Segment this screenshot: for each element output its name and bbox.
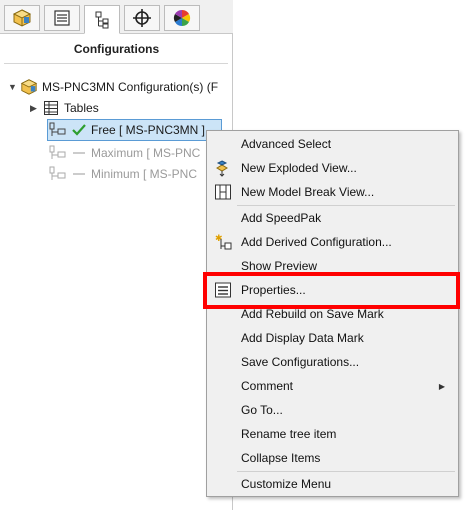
chevron-right-icon[interactable]: ▶ — [30, 103, 42, 114]
menu-item-add-speedpak[interactable]: Add SpeedPak — [208, 206, 457, 230]
menu-item-customize-menu[interactable]: Customize Menu — [208, 472, 457, 496]
menu-item-new-model-break-view[interactable]: New Model Break View... — [208, 180, 457, 204]
menu-item-add-display-data-mark[interactable]: Add Display Data Mark — [208, 326, 457, 350]
menu-item-new-exploded-view[interactable]: New Exploded View... — [208, 156, 457, 180]
tab-configuration-manager[interactable] — [84, 5, 120, 34]
menu-item-label: Add Rebuild on Save Mark — [241, 307, 384, 321]
tree-item-label: Minimum [ MS-PNC — [91, 167, 198, 181]
annotation-highlight-box — [203, 272, 460, 309]
menu-item-label: Save Configurations... — [241, 355, 360, 369]
panel-divider — [4, 63, 228, 64]
menu-item-comment[interactable]: Comment ▶ — [208, 374, 457, 398]
derived-config-icon: ✱ — [214, 233, 232, 251]
part-cube-icon — [20, 78, 38, 96]
configuration-icon — [49, 121, 67, 139]
property-list-icon — [54, 10, 70, 26]
menu-item-go-to[interactable]: Go To... — [208, 398, 457, 422]
menu-item-add-derived-configuration[interactable]: ✱ Add Derived Configuration... — [208, 230, 457, 254]
menu-item-label: New Exploded View... — [241, 161, 357, 175]
menu-item-label: Collapse Items — [241, 451, 321, 465]
tab-dimxpert-manager[interactable] — [124, 5, 160, 31]
checkmark-icon — [71, 121, 87, 139]
menu-item-label: Show Preview — [241, 259, 318, 273]
configuration-icon — [49, 144, 67, 162]
menu-item-label: Go To... — [241, 403, 283, 417]
dash-icon — [71, 165, 87, 183]
exploded-view-icon — [214, 159, 232, 177]
break-view-icon — [214, 183, 232, 201]
menu-item-label: Add Derived Configuration... — [241, 235, 392, 249]
tree-item-label: Free [ MS-PNC3MN ] — [91, 123, 206, 137]
tree-item-label: Maximum [ MS-PNC — [91, 146, 201, 160]
menu-item-label: Comment — [241, 379, 294, 393]
chevron-right-icon: ▶ — [438, 381, 445, 391]
tab-feature-manager[interactable] — [4, 5, 40, 31]
tab-property-manager[interactable] — [44, 5, 80, 31]
configuration-icon — [49, 165, 67, 183]
configuration-manager-panel: Configurations ▼ MS-PNC3MN Configuration… — [0, 0, 233, 510]
menu-item-label: New Model Break View... — [241, 185, 375, 199]
manager-tabs — [0, 0, 233, 34]
menu-item-label: Rename tree item — [241, 427, 337, 441]
table-icon — [42, 99, 60, 117]
menu-item-label: Customize Menu — [241, 477, 332, 491]
menu-item-label: Add SpeedPak — [241, 211, 322, 225]
tree-item-tables[interactable]: ▶ Tables — [30, 98, 99, 118]
chevron-down-icon[interactable]: ▼ — [8, 82, 20, 92]
context-menu: Advanced Select New Exploded View... New… — [206, 130, 459, 497]
tree-item-maximum-config[interactable]: Maximum [ MS-PNC — [49, 143, 200, 163]
menu-item-label: Add Display Data Mark — [241, 331, 364, 345]
color-wheel-icon — [173, 9, 191, 27]
tree-root-configurations[interactable]: ▼ MS-PNC3MN Configuration(s) (F — [8, 77, 218, 97]
menu-item-advanced-select[interactable]: Advanced Select — [208, 132, 457, 156]
tree-root-label: MS-PNC3MN Configuration(s) (F — [42, 80, 219, 94]
menu-item-collapse-items[interactable]: Collapse Items — [208, 446, 457, 470]
menu-item-rename-tree-item[interactable]: Rename tree item — [208, 422, 457, 446]
part-cube-icon — [12, 9, 32, 27]
tree-item-label: Tables — [64, 101, 99, 115]
panel-title: Configurations — [73, 42, 160, 56]
config-tree-icon — [95, 11, 109, 28]
crosshair-icon — [133, 9, 151, 27]
menu-item-label: Advanced Select — [241, 137, 332, 151]
tab-display-manager[interactable] — [164, 5, 200, 31]
menu-item-save-configurations[interactable]: Save Configurations... — [208, 350, 457, 374]
tree-item-free-config[interactable]: Free [ MS-PNC3MN ] — [49, 120, 205, 140]
dash-icon — [71, 144, 87, 162]
tree-item-minimum-config[interactable]: Minimum [ MS-PNC — [49, 164, 197, 184]
